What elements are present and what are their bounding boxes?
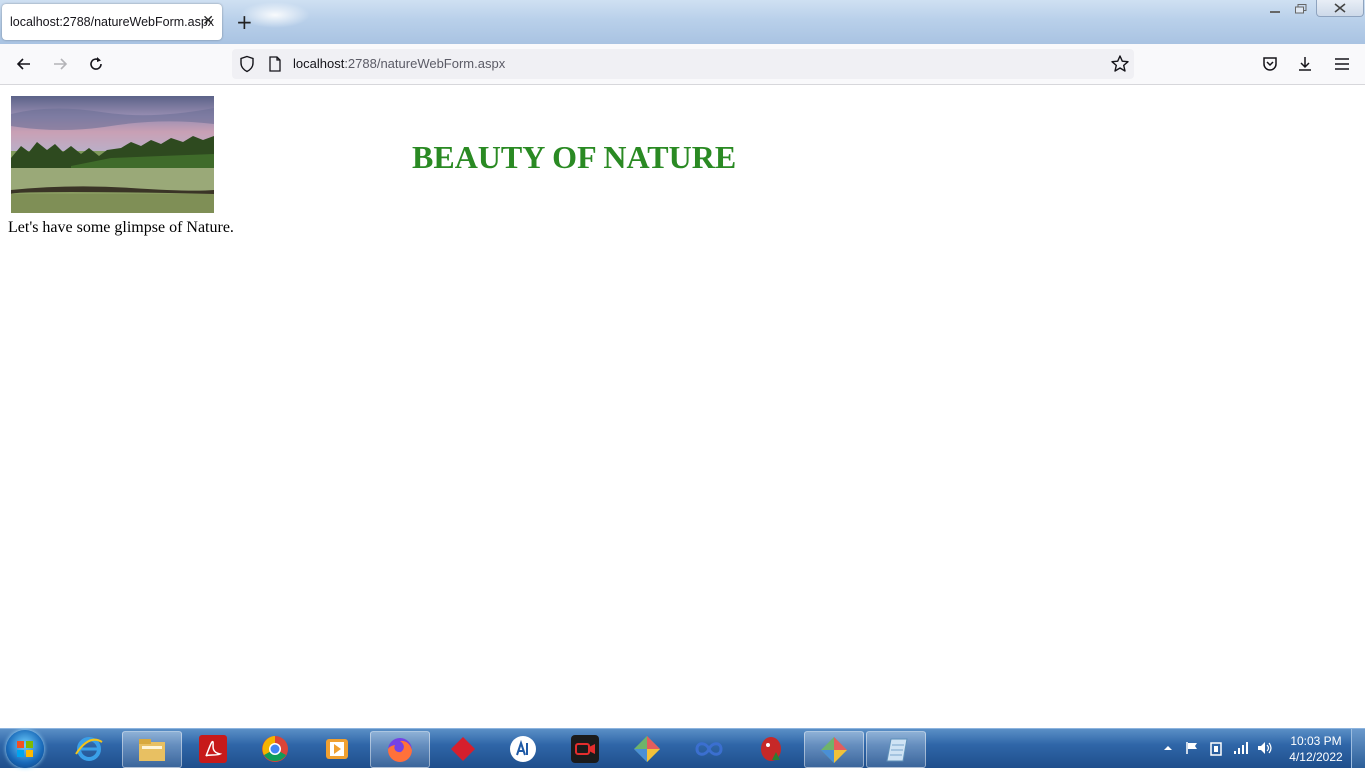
- forward-button[interactable]: [48, 52, 72, 76]
- parrot-app-icon: [761, 736, 781, 761]
- show-hidden-icons-arrow-icon[interactable]: [1162, 743, 1174, 753]
- taskbar-acrobat[interactable]: [184, 731, 242, 766]
- minimize-window-button[interactable]: [1262, 0, 1288, 18]
- web-page-content: BEAUTY OF NATURE Let's have some glimpse…: [0, 85, 1365, 728]
- taskbar-file-explorer[interactable]: [122, 731, 182, 768]
- bookmark-star-icon[interactable]: [1110, 54, 1130, 74]
- tab-strip: localhost:2788/natureWebForm.aspx ✕ +: [0, 0, 1365, 44]
- taskbar-git-app[interactable]: [618, 731, 676, 766]
- windows-taskbar: 10:03 PM 4/12/2022: [0, 728, 1365, 768]
- start-button[interactable]: [6, 730, 44, 768]
- acrobat-icon: [199, 734, 227, 763]
- clock-date: 4/12/2022: [1289, 750, 1343, 764]
- file-explorer-icon: [139, 738, 165, 761]
- tab-title: localhost:2788/natureWebForm.aspx: [10, 15, 215, 29]
- address-bar[interactable]: localhost:2788/natureWebForm.aspx: [232, 49, 1134, 79]
- reload-icon: [90, 57, 102, 70]
- show-desktop-button[interactable]: [1351, 729, 1365, 768]
- taskbar-firefox[interactable]: [370, 731, 430, 768]
- page-info-icon[interactable]: [268, 56, 282, 72]
- tracking-protection-shield-icon[interactable]: [238, 55, 256, 73]
- new-tab-button[interactable]: +: [236, 12, 253, 32]
- forward-arrow-icon: [54, 58, 68, 70]
- word-app-icon: [510, 735, 536, 762]
- taskbar-word-app[interactable]: [494, 731, 552, 766]
- downloads-button[interactable]: [1293, 52, 1317, 76]
- back-arrow-icon: [16, 58, 30, 70]
- download-icon: [1299, 57, 1311, 71]
- device-icon[interactable]: [1209, 741, 1223, 757]
- taskbar-internet-explorer[interactable]: [60, 731, 118, 766]
- action-center-flag-icon[interactable]: [1185, 741, 1199, 755]
- red-diamond-app-icon: [451, 736, 475, 761]
- media-player-icon: [326, 738, 348, 759]
- taskbar-infinity-app[interactable]: [680, 731, 738, 766]
- restore-icon: [1295, 4, 1307, 14]
- navigation-toolbar: localhost:2788/natureWebForm.aspx: [0, 44, 1365, 85]
- reload-button[interactable]: [84, 52, 108, 76]
- notepad-icon: [886, 738, 908, 761]
- infinity-app-icon: [695, 741, 723, 756]
- close-tab-icon[interactable]: ✕: [202, 13, 214, 29]
- taskbar-git-app-2[interactable]: [804, 731, 864, 768]
- internet-explorer-icon: [75, 736, 103, 761]
- restore-window-button[interactable]: [1288, 0, 1314, 18]
- nature-landscape-image: [11, 96, 214, 213]
- taskbar-parrot-app[interactable]: [742, 731, 800, 766]
- url-host: localhost: [293, 56, 345, 71]
- back-button[interactable]: [12, 52, 36, 76]
- taskbar-red-diamond-app[interactable]: [434, 731, 492, 766]
- volume-icon[interactable]: [1257, 741, 1273, 755]
- browser-tab[interactable]: localhost:2788/natureWebForm.aspx ✕: [2, 4, 222, 40]
- pocket-icon: [1263, 57, 1277, 71]
- network-signal-icon[interactable]: [1233, 741, 1249, 755]
- close-icon: [1334, 3, 1346, 13]
- git-app-icon-2: [821, 736, 847, 763]
- chrome-icon: [262, 735, 288, 762]
- taskbar-screen-recorder[interactable]: [556, 731, 614, 766]
- url-path: :2788/natureWebForm.aspx: [344, 56, 506, 71]
- git-app-icon: [634, 735, 660, 762]
- taskbar-media-player[interactable]: [308, 731, 366, 766]
- firefox-icon: [388, 737, 412, 762]
- close-window-button[interactable]: [1316, 0, 1364, 17]
- windows-logo-icon: [17, 741, 33, 757]
- page-caption: Let's have some glimpse of Nature.: [8, 219, 234, 236]
- app-menu-button[interactable]: [1330, 52, 1354, 76]
- hamburger-menu-icon: [1335, 58, 1349, 70]
- taskbar-chrome[interactable]: [246, 731, 304, 766]
- url-text[interactable]: localhost:2788/natureWebForm.aspx: [293, 56, 505, 71]
- clock-time: 10:03 PM: [1290, 734, 1342, 748]
- taskbar-notepad[interactable]: [866, 731, 926, 768]
- screen-recorder-icon: [571, 734, 599, 763]
- page-heading: BEAUTY OF NATURE: [412, 139, 737, 175]
- pocket-button[interactable]: [1258, 52, 1282, 76]
- minimize-icon: [1270, 11, 1280, 13]
- taskbar-clock[interactable]: 10:03 PM 4/12/2022: [1284, 733, 1348, 765]
